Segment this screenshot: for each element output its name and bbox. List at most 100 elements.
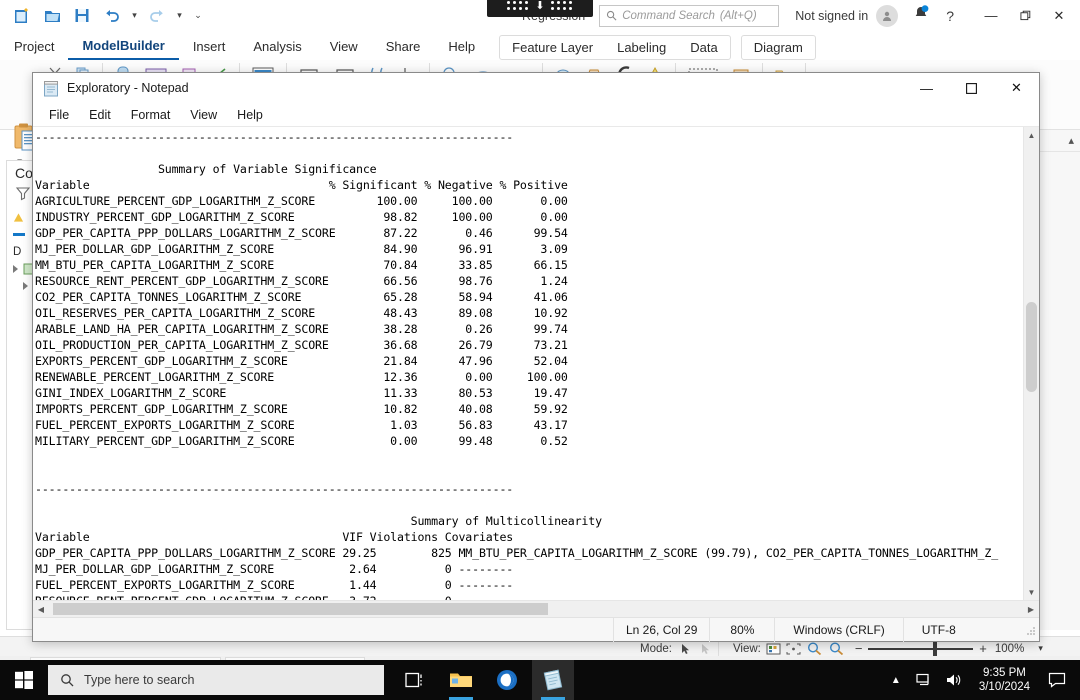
help-icon[interactable]: ?	[946, 8, 954, 24]
chevron-up-icon[interactable]: ▴	[1068, 134, 1074, 147]
status-view-label: View:	[732, 642, 761, 655]
tab-diagram[interactable]: Diagram	[742, 36, 815, 59]
redo-dropdown-icon[interactable]: ▾	[173, 3, 186, 29]
move-down-arrow-icon[interactable]: ⬇	[535, 0, 544, 12]
notepad-maximize-button[interactable]	[949, 73, 994, 103]
tab-share[interactable]: Share	[372, 33, 435, 60]
account-status: Not signed in	[795, 8, 869, 23]
account-avatar[interactable]	[876, 4, 899, 27]
command-search-input[interactable]: Command Search (Alt+Q)	[599, 4, 780, 27]
vscroll-track[interactable]	[1024, 143, 1039, 584]
open-project-icon[interactable]	[38, 3, 66, 29]
start-button[interactable]	[0, 660, 48, 700]
taskbar-clock[interactable]: 9:35 PM 3/10/2024	[969, 666, 1040, 694]
search-icon	[607, 10, 617, 21]
customize-quick-access-toolbar-icon[interactable]: ⌄	[188, 3, 208, 29]
tab-view[interactable]: View	[316, 33, 372, 60]
expand-chevron-icon[interactable]	[23, 281, 28, 290]
grip-dots-right-icon	[550, 1, 573, 11]
notepad-title: Exploratory - Notepad	[67, 81, 189, 95]
command-search-placeholder: Command Search	[622, 9, 715, 22]
menu-file[interactable]: File	[39, 108, 79, 122]
tab-data[interactable]: Data	[678, 36, 729, 59]
redo-icon[interactable]	[143, 3, 171, 29]
tab-project[interactable]: Project	[0, 33, 68, 60]
tab-feature-layer[interactable]: Feature Layer	[500, 36, 605, 59]
scroll-left-arrow-icon[interactable]: ◀	[33, 601, 49, 617]
notepad-title-bar[interactable]: Exploratory - Notepad — ✕	[33, 73, 1039, 103]
zoom-out-icon[interactable]: −	[855, 641, 863, 656]
task-view-icon[interactable]	[394, 660, 436, 700]
notepad-menu-bar: File Edit Format View Help	[33, 103, 1039, 126]
action-center-icon[interactable]	[1040, 660, 1074, 700]
resize-grip-icon[interactable]	[1023, 623, 1037, 637]
scroll-up-arrow-icon[interactable]: ▲	[1024, 127, 1039, 143]
pointer-mode-icon[interactable]	[678, 642, 692, 656]
save-project-icon[interactable]	[68, 3, 96, 29]
contextual-group-diagram: Diagram	[740, 35, 816, 60]
zoom-slider-thumb[interactable]	[933, 641, 938, 656]
status-view: View:	[733, 641, 845, 656]
notepad-body: ----------------------------------------…	[33, 126, 1039, 600]
volume-icon[interactable]	[939, 660, 969, 700]
scroll-down-arrow-icon[interactable]: ▼	[1024, 584, 1039, 600]
zoom-in-status-icon[interactable]	[806, 641, 823, 656]
browser-icon[interactable]	[486, 660, 528, 700]
status-mode-label: Mode:	[640, 642, 672, 655]
pan-mode-icon[interactable]	[698, 642, 712, 656]
notifications-bell-icon[interactable]	[912, 4, 930, 27]
notepad-status-bar: Ln 26, Col 29 80% Windows (CRLF) UTF-8	[33, 617, 1039, 642]
undo-icon[interactable]	[98, 3, 126, 29]
tab-labeling[interactable]: Labeling	[605, 36, 678, 59]
grid-view-icon[interactable]	[766, 642, 781, 656]
cursor-position: Ln 26, Col 29	[613, 617, 709, 642]
notepad-zoom-level[interactable]: 80%	[709, 617, 774, 642]
zoom-level-label: 100%	[994, 642, 1025, 655]
undo-dropdown-icon[interactable]: ▾	[128, 3, 141, 29]
hscroll-thumb[interactable]	[53, 603, 548, 615]
filter-icon[interactable]	[15, 185, 31, 201]
window-drag-handle[interactable]: ⬇	[487, 0, 593, 17]
tab-insert[interactable]: Insert	[179, 33, 240, 60]
menu-edit[interactable]: Edit	[79, 108, 121, 122]
ribbon-tab-bar: Project ModelBuilder Insert Analysis Vie…	[0, 31, 1080, 60]
encoding: UTF-8	[902, 617, 974, 642]
notepad-close-button[interactable]: ✕	[994, 73, 1039, 103]
clock-date: 3/10/2024	[978, 681, 1030, 693]
expand-chevron-icon[interactable]	[13, 264, 18, 273]
zoom-dropdown-icon[interactable]: ▾	[1038, 643, 1043, 654]
windows-taskbar: Type here to search ▲ 9:35 PM 3/10/2024	[0, 660, 1080, 700]
app-close-button[interactable]: ✕	[1042, 2, 1076, 30]
fit-view-icon[interactable]	[786, 642, 801, 656]
app-restore-button[interactable]	[1008, 2, 1042, 30]
scroll-right-arrow-icon[interactable]: ▶	[1023, 601, 1039, 617]
zoom-slider[interactable]: − +	[855, 640, 987, 658]
notepad-vertical-scrollbar[interactable]: ▲ ▼	[1023, 127, 1039, 600]
network-icon[interactable]	[909, 660, 939, 700]
drawing-order-text: D	[13, 245, 22, 258]
new-project-icon[interactable]	[8, 3, 36, 29]
zoom-in-icon[interactable]: +	[979, 641, 987, 656]
zoom-out-status-icon[interactable]	[828, 641, 845, 656]
tab-modelbuilder[interactable]: ModelBuilder	[68, 33, 179, 60]
menu-format[interactable]: Format	[121, 108, 181, 122]
notepad-text-area[interactable]: ----------------------------------------…	[33, 127, 1023, 600]
taskbar-search-input[interactable]: Type here to search	[48, 665, 384, 695]
notepad-taskbar-icon[interactable]	[532, 660, 574, 700]
tab-analysis[interactable]: Analysis	[239, 33, 315, 60]
menu-help[interactable]: Help	[227, 108, 273, 122]
vscroll-thumb[interactable]	[1026, 301, 1037, 392]
line-ending: Windows (CRLF)	[774, 617, 902, 642]
file-explorer-icon[interactable]	[440, 660, 482, 700]
notepad-minimize-button[interactable]: —	[904, 73, 949, 103]
hscroll-track[interactable]	[49, 601, 1023, 617]
clock-time: 9:35 PM	[983, 667, 1026, 679]
menu-view[interactable]: View	[180, 108, 227, 122]
show-hidden-icons-chevron-icon[interactable]: ▲	[883, 660, 909, 700]
contextual-group-feature-layer: Feature Layer Labeling Data	[499, 35, 731, 60]
app-minimize-button[interactable]: —	[974, 2, 1008, 30]
notepad-horizontal-scrollbar[interactable]: ◀ ▶	[33, 600, 1039, 617]
tab-help[interactable]: Help	[434, 33, 489, 60]
command-search-hint: (Alt+Q)	[719, 9, 757, 22]
grip-dots-left-icon	[507, 1, 529, 11]
